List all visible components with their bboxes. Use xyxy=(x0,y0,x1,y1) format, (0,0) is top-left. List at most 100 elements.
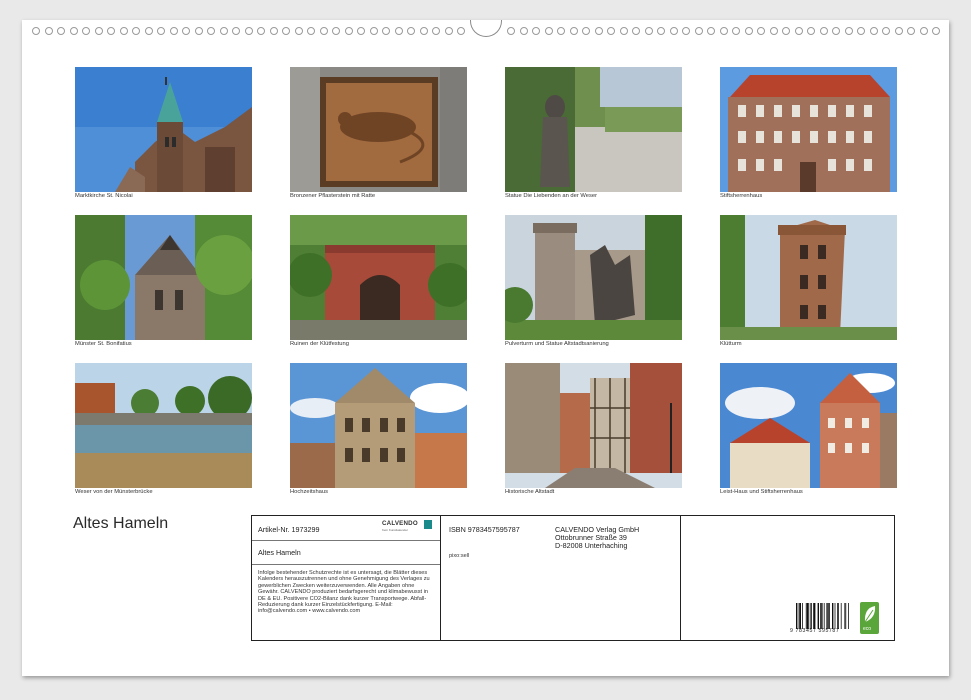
binding-ring xyxy=(857,27,865,35)
binding-ring xyxy=(644,27,653,35)
binding-ring xyxy=(244,27,253,35)
binding-ring xyxy=(182,27,190,35)
photo-caption: Münster St. Bonifatius xyxy=(75,341,132,347)
binding-ring xyxy=(819,27,828,35)
isbn: ISBN 9783457595787 xyxy=(449,525,520,534)
binding-ring xyxy=(94,27,103,35)
binding-ring xyxy=(744,27,753,35)
binding-ring xyxy=(144,27,153,35)
binding-ring xyxy=(719,27,728,35)
binding-ring xyxy=(407,27,415,35)
calvendo-logo: CALVENDO xyxy=(382,520,418,527)
binding-ring xyxy=(607,27,615,35)
photo-caption: Historische Altstadt xyxy=(505,489,555,495)
photo-marktkirche xyxy=(75,67,252,192)
binding-ring xyxy=(682,27,690,35)
binding-ring xyxy=(632,27,640,35)
binding-ring xyxy=(257,27,265,35)
binding-ring xyxy=(107,27,115,35)
binding-ring xyxy=(769,27,778,35)
photo-leist-haus xyxy=(720,363,897,488)
barcode xyxy=(796,603,849,629)
binding-ring xyxy=(782,27,790,35)
photo-caption: Statue Die Liebenden an der Weser xyxy=(505,193,598,199)
photo-caption: Ruinen der Klütfestung xyxy=(290,341,349,347)
binding-ring xyxy=(707,27,715,35)
binding-ring xyxy=(907,27,915,35)
photo-weser xyxy=(75,363,252,488)
binding-ring xyxy=(882,27,890,35)
binding-ring xyxy=(444,27,453,35)
binding-ring xyxy=(544,27,553,35)
photo-caption: Bronzener Pflasterstein mit Ratte xyxy=(290,193,376,199)
binding-ring xyxy=(194,27,203,35)
binding-ring xyxy=(894,27,903,35)
binding-ring xyxy=(594,27,603,35)
calendar-title: Altes Hameln xyxy=(73,515,169,532)
photo-hochzeitshaus xyxy=(290,363,467,488)
divider xyxy=(440,516,441,640)
binding-ring xyxy=(457,27,465,35)
binding-ring xyxy=(694,27,703,35)
photo-altstadt xyxy=(505,363,682,488)
binding-ring xyxy=(344,27,353,35)
binding-ring xyxy=(119,27,128,35)
binding-ring xyxy=(357,27,365,35)
photo-caption: Weser von der Münsterbrücke xyxy=(75,489,153,495)
binding-ring xyxy=(369,27,378,35)
photo-caption: Klütturm xyxy=(720,341,742,347)
calvendo-logo-icon xyxy=(424,520,432,529)
binding-ring xyxy=(57,27,65,35)
binding-ring xyxy=(919,27,928,35)
divider xyxy=(252,564,440,565)
imprint-calendar-title: Altes Hameln xyxy=(258,548,301,557)
binding-ring xyxy=(519,27,528,35)
binding-ring xyxy=(169,27,178,35)
eco-leaf-icon: eco xyxy=(860,602,879,634)
article-number: Artikel-Nr. 1973299 xyxy=(258,525,320,534)
binding-ring xyxy=(932,27,940,35)
binding-ring xyxy=(757,27,765,35)
photo-pulverturm xyxy=(505,215,682,340)
binding-ring xyxy=(232,27,240,35)
binding-ring xyxy=(157,27,165,35)
photo-caption: Stiftsherrenhaus xyxy=(720,193,763,199)
binding-ring xyxy=(582,27,590,35)
binding-ring xyxy=(219,27,228,35)
binding-ring xyxy=(569,27,578,35)
photo-muenster xyxy=(75,215,252,340)
publisher-city: D-82008 Unterhaching xyxy=(555,541,628,550)
imprint-box: Artikel-Nr. 1973299 CALVENDO Kein Kunstk… xyxy=(251,515,895,641)
binding-ring xyxy=(69,27,78,35)
binding-ring xyxy=(382,27,390,35)
binding-ring xyxy=(132,27,140,35)
binding-ring xyxy=(319,27,328,35)
binding-ring xyxy=(32,27,40,35)
binding-ring xyxy=(82,27,90,35)
binding-ring xyxy=(794,27,803,35)
divider xyxy=(252,540,440,541)
photo-kluetturm xyxy=(720,215,897,340)
binding-ring xyxy=(507,27,515,35)
calendar-back-page: Marktkirche St. Nicolai Bronzener Pflast… xyxy=(22,20,949,676)
printer-code: pixo:sell xyxy=(449,553,470,559)
binding-ring xyxy=(844,27,853,35)
binding-ring xyxy=(269,27,278,35)
photo-caption: Pulverturm und Statue Altstadtsanierung xyxy=(505,341,609,347)
binding-ring xyxy=(294,27,303,35)
photo-caption: Hochzeitshaus xyxy=(290,489,329,495)
divider xyxy=(680,516,681,640)
binding-ring xyxy=(669,27,678,35)
photo-ratte xyxy=(290,67,467,192)
photo-caption: Leist-Haus und Stiftsherrenhaus xyxy=(720,489,803,495)
binding-ring xyxy=(732,27,740,35)
binding-ring xyxy=(394,27,403,35)
binding-ring xyxy=(557,27,565,35)
binding-ring xyxy=(432,27,440,35)
binding-ring xyxy=(207,27,215,35)
legal-notice: Infolge bestehender Schutzrechte ist es … xyxy=(258,570,430,615)
calvendo-logo-sub: Kein Kunstkalender xyxy=(382,528,409,532)
binding-ring xyxy=(869,27,878,35)
binding-ring xyxy=(832,27,840,35)
binding-ring xyxy=(282,27,290,35)
